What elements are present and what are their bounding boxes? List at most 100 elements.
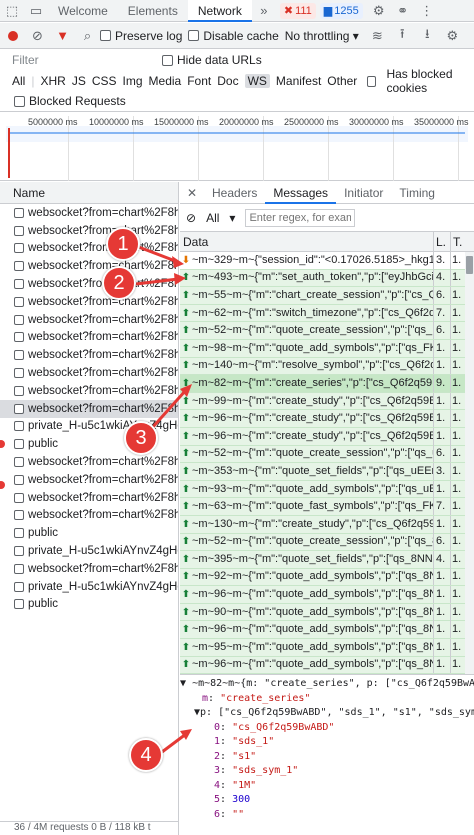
request-row[interactable]: websocket?from=chart%2F8h...	[0, 364, 178, 382]
filter-input[interactable]: Filter	[12, 53, 162, 67]
message-row[interactable]: ⬆ ~m~99~m~{"m":"create_study","p":["cs_Q6…	[180, 392, 474, 411]
type-filter-all[interactable]: All	[12, 74, 25, 88]
timeline-overview[interactable]: 5000000 ms 10000000 ms 15000000 ms 20000…	[0, 111, 474, 181]
request-row[interactable]: websocket?from=chart%2F8h...	[0, 453, 178, 471]
inspect-icon[interactable]: ⬚	[0, 0, 24, 22]
throttling-select[interactable]: No throttling ▾	[285, 29, 359, 43]
search-button[interactable]: ⌕	[75, 23, 100, 49]
messages-scrollbar[interactable]	[465, 252, 474, 674]
request-row[interactable]: public	[0, 596, 178, 614]
tab-welcome[interactable]: Welcome	[48, 0, 118, 22]
message-row[interactable]: ⬆ ~m~96~m~{"m":"create_study","p":["cs_Q6…	[180, 427, 474, 446]
request-row[interactable]: websocket?from=chart%2F8h...	[0, 329, 178, 347]
tab-messages[interactable]: Messages	[265, 182, 337, 204]
message-regex-input[interactable]	[245, 208, 356, 227]
tab-network[interactable]: Network	[187, 0, 252, 22]
message-row[interactable]: ⬆ ~m~395~m~{"m":"quote_set_fields","p":["…	[180, 550, 474, 569]
preserve-log-checkbox[interactable]	[100, 30, 111, 41]
message-row[interactable]: ⬆ ~m~90~m~{"m":"quote_add_symbols","p":["…	[180, 603, 474, 622]
message-row[interactable]: ⬆ ~m~52~m~{"m":"quote_create_session","p"…	[180, 445, 474, 464]
type-filter-other[interactable]: Other	[327, 74, 357, 88]
message-row[interactable]: ⬇ ~m~329~m~{"session_id":"<0.17026.5185>_…	[180, 252, 474, 270]
name-column-header[interactable]: Name	[0, 182, 178, 204]
more-tabs-icon[interactable]: »	[252, 0, 276, 22]
scrollbar-thumb[interactable]	[466, 256, 473, 274]
message-row[interactable]: ⬆ ~m~140~m~{"m":"resolve_symbol","p":["cs…	[180, 357, 474, 376]
request-row[interactable]: websocket?from=chart%2F8h...	[0, 240, 178, 258]
record-button[interactable]	[0, 23, 25, 49]
type-filter-media[interactable]: Media	[149, 74, 182, 88]
request-row[interactable]: websocket?from=chart%2F8h...	[0, 204, 178, 222]
message-row[interactable]: ⬆ ~m~96~m~{"m":"quote_add_symbols","p":["…	[180, 621, 474, 640]
type-filter-doc[interactable]: Doc	[217, 74, 238, 88]
detail-summary-line[interactable]: ▼ ~m~82~m~{m: "create_series", p: ["cs_Q…	[180, 677, 474, 692]
settings-gear-icon[interactable]: ⚙	[367, 0, 391, 22]
type-filter-ws[interactable]: WS	[244, 74, 270, 88]
filter-toggle-button[interactable]: ▼	[50, 23, 75, 49]
message-row[interactable]: ⬆ ~m~96~m~{"m":"create_study","p":["cs_Q6…	[180, 410, 474, 428]
network-conditions-icon[interactable]: ≋	[365, 23, 390, 49]
clear-button[interactable]: ⊘	[25, 23, 50, 49]
disable-cache-checkbox[interactable]	[188, 30, 200, 41]
close-icon[interactable]: ✕	[180, 186, 204, 200]
tab-timing[interactable]: Timing	[391, 182, 443, 204]
tab-initiator[interactable]: Initiator	[336, 182, 391, 204]
type-filter-css[interactable]: CSS	[92, 74, 117, 88]
tab-elements[interactable]: Elements	[118, 0, 188, 22]
request-row[interactable]: private_H-u5c1wkiAYnvZ4gHd...	[0, 578, 178, 596]
has-blocked-cookies-checkbox[interactable]	[367, 75, 377, 87]
request-row[interactable]: websocket?from=chart%2F8h...	[0, 507, 178, 525]
blocked-requests-checkbox[interactable]	[14, 95, 25, 107]
type-filter-font[interactable]: Font	[187, 74, 211, 88]
message-type-select[interactable]: All ▾	[202, 211, 239, 225]
request-row[interactable]: websocket?from=chart%2F8h...	[0, 257, 178, 275]
request-row[interactable]: websocket?from=chart%2F8h...	[0, 222, 178, 240]
message-row[interactable]: ⬆ ~m~63~m~{"m":"quote_fast_symbols","p":[…	[180, 498, 474, 516]
message-row[interactable]: ⬆ ~m~55~m~{"m":"chart_create_session","p"…	[180, 286, 474, 305]
request-row[interactable]: private_H-u5c1wkiAYnvZ4gHd...	[0, 542, 178, 560]
message-row[interactable]: ⬆ ~m~96~m~{"m":"quote_add_symbols","p":["…	[180, 656, 474, 674]
request-row[interactable]: websocket?from=chart%2F8h...	[0, 346, 178, 364]
device-toolbar-icon[interactable]: ▭	[24, 0, 48, 22]
expand-arrow-icon[interactable]: ▼	[180, 678, 186, 689]
more-options-icon[interactable]: ⋮	[415, 0, 439, 22]
message-row[interactable]: ⬆ ~m~98~m~{"m":"quote_add_symbols","p":["…	[180, 339, 474, 358]
download-icon[interactable]: ⭳	[415, 23, 440, 49]
request-row[interactable]: websocket?from=chart%2F8h...	[0, 471, 178, 489]
message-row[interactable]: ⬆ ~m~130~m~{"m":"create_study","p":["cs_Q…	[180, 515, 474, 534]
request-row[interactable]: websocket?from=chart%2F8h...	[0, 382, 178, 400]
message-row[interactable]: ⬆ ~m~52~m~{"m":"quote_create_session","p"…	[180, 322, 474, 340]
length-column-header[interactable]: L.	[434, 231, 451, 252]
time-column-header[interactable]: T.	[451, 232, 468, 252]
request-row[interactable]: websocket?from=chart%2F8h...	[0, 275, 178, 293]
tab-headers[interactable]: Headers	[204, 182, 265, 204]
request-row[interactable]: websocket?from=chart%2F8h...	[0, 560, 178, 578]
request-row[interactable]: websocket?from=chart%2F8h...	[0, 399, 178, 418]
message-row[interactable]: ⬆ ~m~82~m~{"m":"create_series","p":["cs_Q…	[180, 374, 474, 393]
hide-data-urls-checkbox[interactable]	[162, 54, 173, 66]
request-row[interactable]: websocket?from=chart%2F8h...	[0, 489, 178, 507]
type-filter-js[interactable]: JS	[72, 74, 86, 88]
request-row[interactable]: public	[0, 524, 178, 542]
request-row[interactable]: websocket?from=chart%2F8h...	[0, 311, 178, 329]
customize-icon[interactable]: ⚭	[391, 0, 415, 22]
message-row[interactable]: ⬆ ~m~96~m~{"m":"quote_add_symbols","p":["…	[180, 586, 474, 604]
clear-messages-icon[interactable]: ⊘	[186, 211, 196, 225]
message-row[interactable]: ⬆ ~m~92~m~{"m":"quote_add_symbols","p":["…	[180, 568, 474, 587]
message-row[interactable]: ⬆ ~m~62~m~{"m":"switch_timezone","p":["cs…	[180, 304, 474, 323]
timeline-selection[interactable]	[6, 126, 468, 142]
detail-p-line[interactable]: ▼p: ["cs_Q6f2q59BwABD", "sds_1", "s1", "…	[180, 706, 474, 721]
type-filter-xhr[interactable]: XHR	[40, 74, 65, 88]
message-row[interactable]: ⬆ ~m~93~m~{"m":"quote_add_symbols","p":["…	[180, 480, 474, 499]
request-row[interactable]: websocket?from=chart%2F8h...	[0, 293, 178, 311]
network-settings-gear-icon[interactable]: ⚙	[440, 23, 465, 49]
message-row[interactable]: ⬆ ~m~353~m~{"m":"quote_set_fields","p":["…	[180, 462, 474, 481]
message-count-badge[interactable]: ▆ 1255	[319, 2, 363, 19]
message-row[interactable]: ⬆ ~m~52~m~{"m":"quote_create_session","p"…	[180, 533, 474, 552]
message-row[interactable]: ⬆ ~m~493~m~{"m":"set_auth_token","p":["ey…	[180, 269, 474, 288]
type-filter-img[interactable]: Img	[123, 74, 143, 88]
data-column-header[interactable]: Data	[180, 231, 434, 252]
upload-icon[interactable]: ⭱	[390, 23, 415, 49]
type-filter-manifest[interactable]: Manifest	[276, 74, 321, 88]
error-count-badge[interactable]: ✖ 111	[279, 2, 316, 19]
